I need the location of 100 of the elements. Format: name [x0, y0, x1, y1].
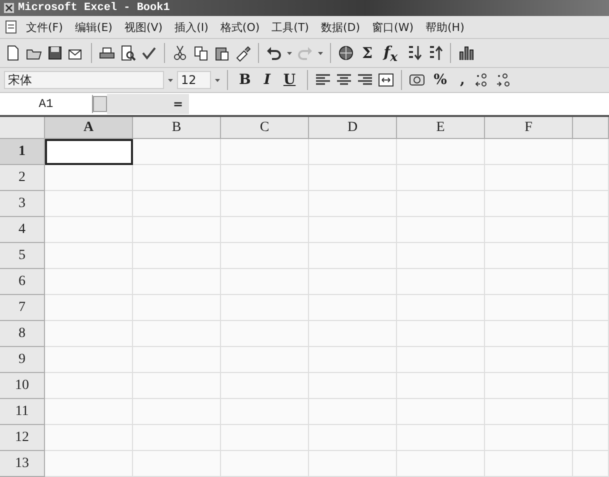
scissors-icon[interactable] — [171, 44, 189, 62]
table-cell[interactable] — [485, 243, 573, 269]
table-cell[interactable] — [573, 217, 609, 243]
table-cell[interactable] — [309, 347, 397, 373]
row-header[interactable]: 2 — [0, 165, 45, 191]
row-header[interactable]: 3 — [0, 191, 45, 217]
table-cell[interactable] — [485, 347, 573, 373]
column-header[interactable]: C — [221, 117, 309, 139]
table-cell[interactable] — [485, 451, 573, 477]
table-cell[interactable] — [573, 269, 609, 295]
table-cell[interactable] — [485, 165, 573, 191]
row-header[interactable]: 13 — [0, 451, 45, 477]
row-header[interactable]: 11 — [0, 399, 45, 425]
column-header[interactable]: A — [45, 117, 133, 139]
table-cell[interactable] — [221, 243, 309, 269]
table-cell[interactable] — [485, 295, 573, 321]
table-cell[interactable] — [133, 321, 221, 347]
table-cell[interactable] — [133, 191, 221, 217]
table-cell[interactable] — [573, 321, 609, 347]
percent-button[interactable]: % — [428, 72, 452, 88]
bold-button[interactable]: B — [234, 72, 256, 88]
table-cell[interactable] — [133, 139, 221, 165]
table-cell[interactable] — [309, 451, 397, 477]
table-cell[interactable] — [221, 373, 309, 399]
dropdown-button[interactable] — [93, 96, 107, 112]
table-cell[interactable] — [45, 451, 133, 477]
table-cell[interactable] — [133, 373, 221, 399]
table-cell[interactable] — [45, 269, 133, 295]
active-cell[interactable] — [45, 139, 133, 165]
table-cell[interactable] — [397, 373, 485, 399]
table-cell[interactable] — [573, 425, 609, 451]
table-cell[interactable] — [573, 165, 609, 191]
table-cell[interactable] — [397, 269, 485, 295]
autosum-button[interactable]: Σ — [358, 44, 377, 62]
table-cell[interactable] — [397, 425, 485, 451]
table-cell[interactable] — [573, 243, 609, 269]
column-header[interactable]: F — [485, 117, 573, 139]
table-cell[interactable] — [397, 191, 485, 217]
row-header[interactable]: 9 — [0, 347, 45, 373]
table-cell[interactable] — [309, 373, 397, 399]
table-cell[interactable] — [485, 373, 573, 399]
menu-item[interactable]: 文件(F) — [22, 20, 67, 34]
document-icon[interactable] — [4, 20, 18, 34]
bar-chart-icon[interactable] — [456, 44, 475, 62]
menu-item[interactable]: 插入(I) — [170, 20, 212, 34]
table-cell[interactable] — [309, 399, 397, 425]
merge-cells-icon[interactable] — [376, 71, 395, 89]
table-cell[interactable] — [133, 451, 221, 477]
menu-item[interactable]: 数据(D) — [316, 20, 364, 34]
table-cell[interactable] — [221, 295, 309, 321]
table-cell[interactable] — [221, 217, 309, 243]
insert-function-button[interactable]: f$_{x}$ — [380, 42, 402, 64]
row-header[interactable]: 6 — [0, 269, 45, 295]
table-cell[interactable] — [309, 165, 397, 191]
font-name-field[interactable]: 宋体 — [4, 71, 164, 89]
column-header[interactable]: B — [133, 117, 221, 139]
column-header[interactable]: E — [397, 117, 485, 139]
table-cell[interactable] — [221, 347, 309, 373]
italic-button[interactable]: I — [258, 72, 276, 88]
menu-item[interactable]: 编辑(E) — [70, 20, 116, 34]
table-cell[interactable] — [397, 243, 485, 269]
table-cell[interactable] — [397, 399, 485, 425]
table-cell[interactable] — [221, 321, 309, 347]
copy-icon[interactable] — [192, 44, 210, 62]
table-cell[interactable] — [309, 295, 397, 321]
table-cell[interactable] — [221, 191, 309, 217]
menu-item[interactable]: 帮助(H) — [422, 20, 468, 34]
table-cell[interactable] — [45, 165, 133, 191]
table-cell[interactable] — [485, 191, 573, 217]
table-cell[interactable] — [485, 139, 573, 165]
table-cell[interactable] — [397, 217, 485, 243]
table-cell[interactable] — [45, 321, 133, 347]
table-cell[interactable] — [133, 165, 221, 191]
font-size-field[interactable]: 12 — [177, 71, 211, 89]
table-cell[interactable] — [221, 139, 309, 165]
print-preview-icon[interactable] — [119, 44, 137, 62]
underline-button[interactable]: U — [278, 72, 301, 88]
table-cell[interactable] — [309, 217, 397, 243]
menu-item[interactable]: 视图(V) — [120, 20, 167, 34]
table-cell[interactable] — [397, 139, 485, 165]
table-cell[interactable] — [485, 321, 573, 347]
table-cell[interactable] — [573, 347, 609, 373]
row-header[interactable]: 8 — [0, 321, 45, 347]
table-cell[interactable] — [45, 373, 133, 399]
table-cell[interactable] — [309, 191, 397, 217]
column-header[interactable]: D — [309, 117, 397, 139]
table-cell[interactable] — [133, 295, 221, 321]
table-cell[interactable] — [397, 451, 485, 477]
table-cell[interactable] — [45, 295, 133, 321]
table-cell[interactable] — [397, 295, 485, 321]
table-cell[interactable] — [485, 217, 573, 243]
table-cell[interactable] — [133, 269, 221, 295]
select-all-corner[interactable] — [0, 117, 45, 139]
table-cell[interactable] — [133, 347, 221, 373]
table-cell[interactable] — [485, 269, 573, 295]
table-cell[interactable] — [309, 139, 397, 165]
menu-item[interactable]: 工具(T) — [268, 20, 313, 34]
table-cell[interactable] — [397, 165, 485, 191]
row-header[interactable]: 12 — [0, 425, 45, 451]
table-cell[interactable] — [221, 165, 309, 191]
